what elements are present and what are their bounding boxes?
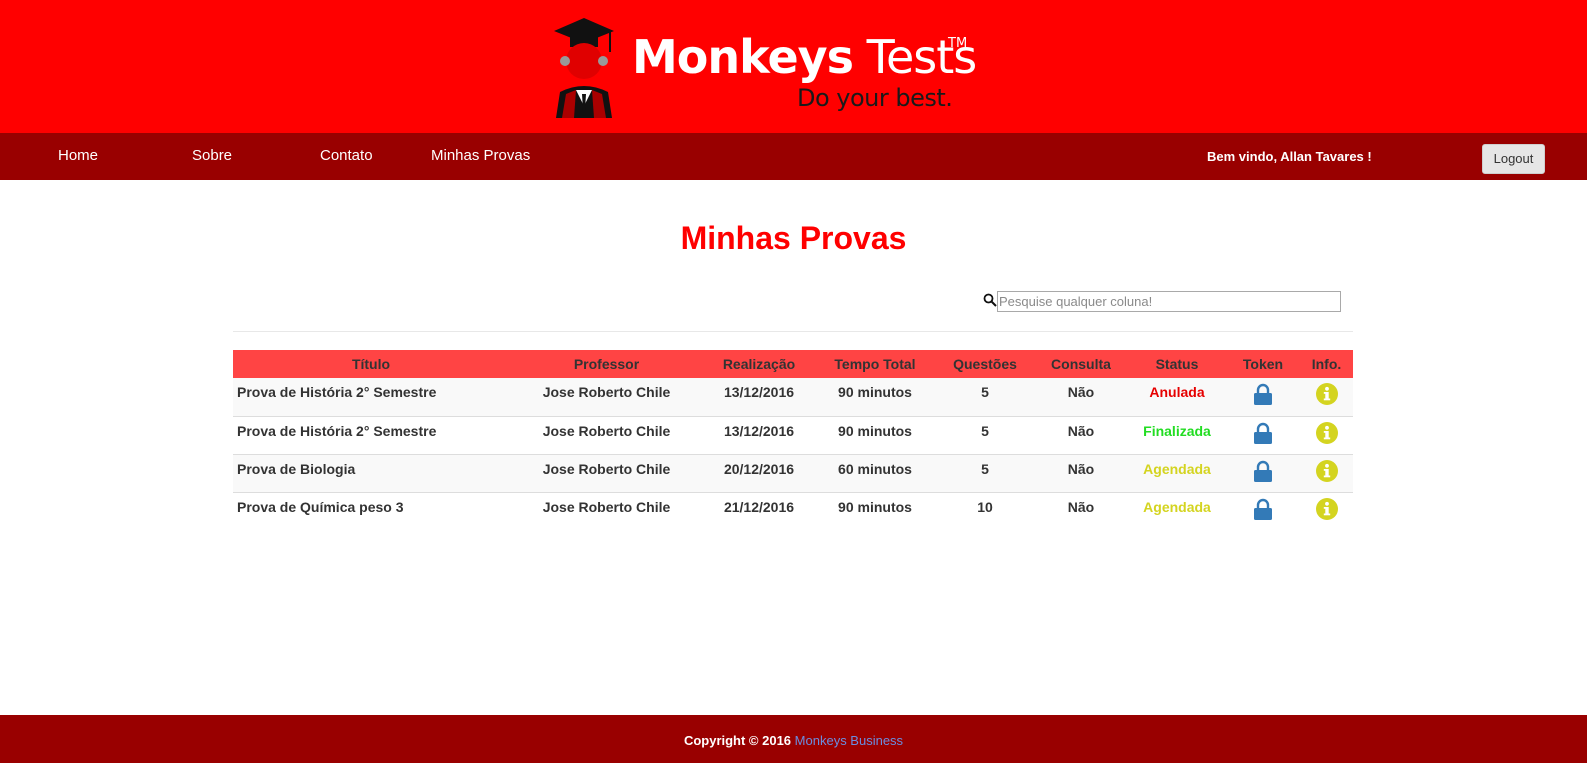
cell-consulta: Não — [1067, 384, 1095, 400]
logo-name: Monkeys Tests — [632, 30, 977, 84]
lock-icon[interactable] — [1252, 383, 1274, 405]
column-header-realizacao[interactable]: Realização — [704, 350, 814, 378]
table-header-row: Título Professor Realização Tempo Total … — [233, 350, 1353, 378]
cell-titulo: Prova de Biologia — [237, 460, 356, 477]
lock-icon[interactable] — [1252, 422, 1274, 444]
info-icon[interactable] — [1315, 497, 1338, 520]
copyright-text: Copyright © 2016 — [683, 733, 792, 748]
cell-status: Anulada — [1149, 384, 1205, 400]
cell-tempo: 60 minutos — [838, 460, 912, 477]
logout-button[interactable]: Logout — [1482, 144, 1545, 174]
page: Monkeys Tests TM Do your best. Home Sobr… — [0, 0, 1587, 763]
cell-token — [1226, 454, 1300, 492]
column-header-tempo-total[interactable]: Tempo Total — [814, 350, 936, 378]
cell-status: Finalizada — [1143, 422, 1211, 439]
table-row: Prova de História 2° Semestre Jose Rober… — [233, 378, 1353, 416]
cell-token — [1226, 416, 1300, 454]
search-icon — [983, 293, 997, 307]
column-header-professor[interactable]: Professor — [509, 350, 704, 378]
info-icon[interactable] — [1315, 421, 1338, 444]
cell-titulo: Prova de História 2° Semestre — [237, 422, 437, 439]
lock-icon[interactable] — [1252, 498, 1274, 520]
cell-professor: Jose Roberto Chile — [542, 384, 671, 400]
column-header-questoes[interactable]: Questões — [936, 350, 1034, 378]
header: Monkeys Tests TM Do your best. — [0, 0, 1587, 133]
cell-questoes: 5 — [981, 422, 989, 439]
cell-titulo: Prova de História 2° Semestre — [237, 384, 437, 400]
cell-token — [1226, 492, 1300, 530]
table-row: Prova de Biologia Jose Roberto Chile 20/… — [233, 454, 1353, 492]
footer-link-monkeys-business[interactable]: Monkeys Business — [795, 733, 903, 748]
table-row: Prova de História 2° Semestre Jose Rober… — [233, 416, 1353, 454]
footer-text: Copyright © 2016 Monkeys Business — [684, 733, 903, 748]
cell-professor: Jose Roberto Chile — [542, 422, 671, 439]
search-input[interactable] — [997, 291, 1341, 312]
divider — [233, 331, 1353, 332]
cell-info — [1300, 378, 1353, 416]
cell-info — [1300, 492, 1353, 530]
page-title: Minhas Provas — [680, 220, 907, 256]
cell-token — [1226, 378, 1300, 416]
footer: Copyright © 2016 Monkeys Business — [0, 715, 1587, 763]
cell-realizacao: 20/12/2016 — [723, 460, 795, 477]
column-header-token[interactable]: Token — [1226, 350, 1300, 378]
cell-titulo: Prova de Química peso 3 — [237, 498, 404, 515]
nav-bar: Home Sobre Contato Minhas Provas Bem vin… — [0, 133, 1587, 180]
cell-professor: Jose Roberto Chile — [542, 460, 671, 477]
cell-questoes: 5 — [981, 460, 989, 477]
welcome-message: Bem vindo, Allan Tavares ! — [1207, 149, 1372, 164]
cell-tempo: 90 minutos — [838, 384, 912, 400]
lock-icon[interactable] — [1252, 460, 1274, 482]
cell-status: Agendada — [1143, 498, 1211, 515]
nav-item-contato[interactable]: Contato — [320, 147, 373, 164]
column-header-titulo[interactable]: Título — [233, 350, 509, 378]
nav-item-home[interactable]: Home — [58, 147, 98, 164]
cell-status: Agendada — [1143, 460, 1211, 477]
cell-consulta: Não — [1067, 460, 1095, 477]
graduate-monkey-icon — [554, 18, 614, 118]
cell-info — [1300, 454, 1353, 492]
cell-questoes: 10 — [977, 498, 993, 515]
logo-trademark: TM — [948, 36, 968, 51]
cell-consulta: Não — [1067, 498, 1095, 515]
logo[interactable]: Monkeys Tests TM Do your best. — [552, 14, 982, 118]
cell-info — [1300, 416, 1353, 454]
logo-tagline: Do your best. — [797, 84, 953, 112]
logo-name-bold: Monkeys — [632, 30, 854, 84]
exams-table: Título Professor Realização Tempo Total … — [233, 350, 1353, 530]
nav-item-minhas-provas[interactable]: Minhas Provas — [431, 147, 530, 164]
cell-professor: Jose Roberto Chile — [542, 498, 671, 515]
cell-questoes: 5 — [981, 384, 989, 400]
nav-item-sobre[interactable]: Sobre — [192, 147, 232, 164]
cell-tempo: 90 minutos — [838, 422, 912, 439]
column-header-status[interactable]: Status — [1128, 350, 1226, 378]
info-icon[interactable] — [1315, 383, 1338, 405]
column-header-consulta[interactable]: Consulta — [1034, 350, 1128, 378]
column-header-info[interactable]: Info. — [1300, 350, 1353, 378]
cell-realizacao: 13/12/2016 — [723, 422, 795, 439]
cell-realizacao: 21/12/2016 — [723, 498, 795, 515]
table-row: Prova de Química peso 3 Jose Roberto Chi… — [233, 492, 1353, 530]
cell-realizacao: 13/12/2016 — [723, 384, 795, 400]
cell-tempo: 90 minutos — [838, 498, 912, 515]
info-icon[interactable] — [1315, 459, 1338, 482]
cell-consulta: Não — [1067, 422, 1095, 439]
